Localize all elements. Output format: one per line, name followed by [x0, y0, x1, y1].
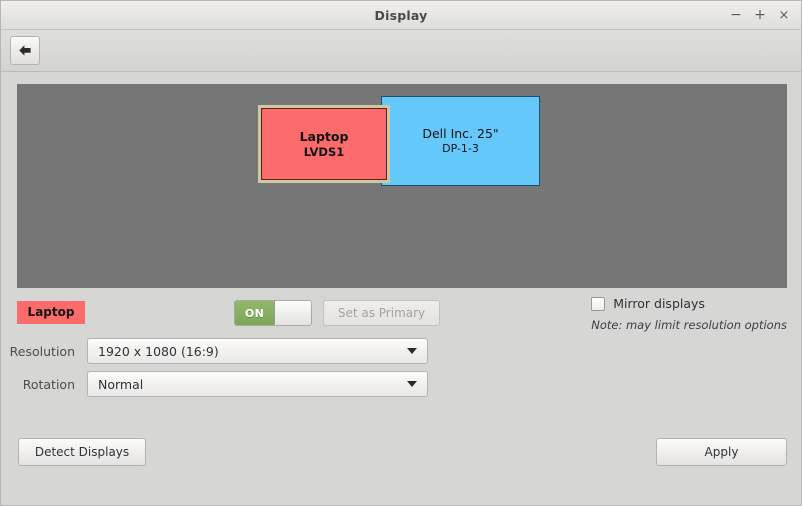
- display-settings-window: Display − + × Laptop LVDS1 Dell Inc. 25": [0, 0, 802, 506]
- chevron-down-icon: [407, 381, 417, 387]
- set-as-primary-button[interactable]: Set as Primary: [323, 300, 440, 326]
- resolution-label: Resolution: [9, 343, 75, 359]
- mirror-displays-checkbox[interactable]: [591, 296, 606, 311]
- mirror-displays-checkbox-row[interactable]: Mirror displays: [591, 296, 787, 311]
- rotation-row: Rotation Normal: [1, 371, 428, 397]
- title-bar: Display − + ×: [1, 1, 801, 30]
- resolution-value: 1920 x 1080 (16:9): [98, 343, 219, 359]
- active-display-badge[interactable]: Laptop: [17, 301, 85, 324]
- detect-displays-button[interactable]: Detect Displays: [18, 438, 146, 466]
- monitor-name: Laptop: [299, 129, 349, 144]
- mirror-displays-block: Mirror displays Note: may limit resoluti…: [591, 296, 787, 332]
- monitor-port: DP-1-3: [442, 141, 479, 155]
- toolbar: [1, 30, 801, 72]
- rotation-value: Normal: [98, 376, 144, 392]
- monitor-name: Dell Inc. 25": [422, 126, 499, 142]
- mirror-displays-label: Mirror displays: [613, 296, 705, 311]
- maximize-icon[interactable]: +: [749, 4, 771, 26]
- toggle-on-label: ON: [235, 301, 274, 325]
- arrow-left-icon: [18, 44, 33, 57]
- rotation-label: Rotation: [22, 376, 75, 392]
- resolution-row: Resolution 1920 x 1080 (16:9): [1, 338, 428, 364]
- monitor-box-laptop[interactable]: Laptop LVDS1: [258, 105, 390, 183]
- apply-button[interactable]: Apply: [656, 438, 787, 466]
- display-power-toggle[interactable]: ON: [234, 300, 312, 326]
- monitor-box-external[interactable]: Dell Inc. 25" DP-1-3: [381, 96, 540, 186]
- resolution-dropdown[interactable]: 1920 x 1080 (16:9): [87, 338, 428, 364]
- rotation-dropdown[interactable]: Normal: [87, 371, 428, 397]
- mirror-displays-note: Note: may limit resolution options: [591, 318, 787, 332]
- window-title: Display: [374, 7, 428, 23]
- monitor-port: LVDS1: [303, 144, 345, 159]
- display-arrangement-preview[interactable]: Laptop LVDS1 Dell Inc. 25" DP-1-3: [17, 84, 787, 288]
- close-icon[interactable]: ×: [773, 4, 795, 26]
- minimize-icon[interactable]: −: [725, 4, 747, 26]
- chevron-down-icon: [407, 348, 417, 354]
- back-button[interactable]: [10, 36, 40, 65]
- content-area: Laptop LVDS1 Dell Inc. 25" DP-1-3 Laptop…: [1, 72, 801, 505]
- toggle-knob: [274, 301, 311, 325]
- window-controls: − + ×: [725, 1, 795, 29]
